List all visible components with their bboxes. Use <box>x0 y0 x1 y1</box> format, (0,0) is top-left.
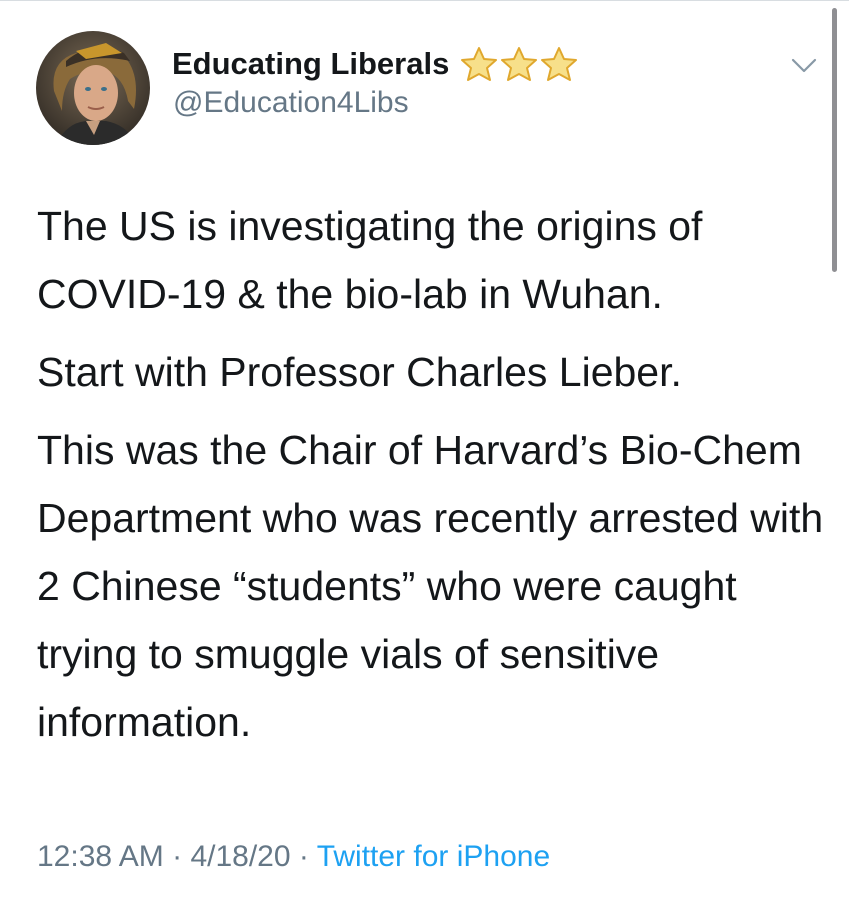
display-name[interactable]: Educating Liberals <box>172 46 449 82</box>
badge-stars <box>459 46 579 82</box>
meta-separator: · <box>172 840 183 873</box>
tweet-paragraph: This was the Chair of Harvard’s Bio-Chem… <box>37 427 824 745</box>
tweet-screenshot: Educating Liberals @Education4Libs The U… <box>0 0 849 903</box>
tweet-paragraph: Start with Professor Charles Lieber. <box>37 349 682 395</box>
tweet-date[interactable]: 4/18/20 <box>190 840 290 873</box>
tweet-text: The US is investigating the origins of C… <box>37 192 827 766</box>
tweet-paragraph: The US is investigating the origins of C… <box>37 203 703 317</box>
meta-separator: · <box>298 840 309 873</box>
tweet-time[interactable]: 12:38 AM <box>37 840 164 873</box>
account-handle[interactable]: @Education4Libs <box>173 86 409 120</box>
top-divider <box>0 0 849 1</box>
tweet-source-link[interactable]: Twitter for iPhone <box>317 840 550 873</box>
avatar[interactable] <box>36 31 150 145</box>
star-icon <box>541 47 578 81</box>
star-icon <box>461 47 498 81</box>
scrollbar[interactable] <box>832 8 837 272</box>
chevron-down-icon[interactable] <box>789 54 819 78</box>
star-icon <box>501 47 538 81</box>
account-name-row[interactable]: Educating Liberals <box>172 46 579 82</box>
tweet-meta: 12:38 AM · 4/18/20 · Twitter for iPhone <box>37 840 550 874</box>
avatar-image <box>36 31 150 145</box>
